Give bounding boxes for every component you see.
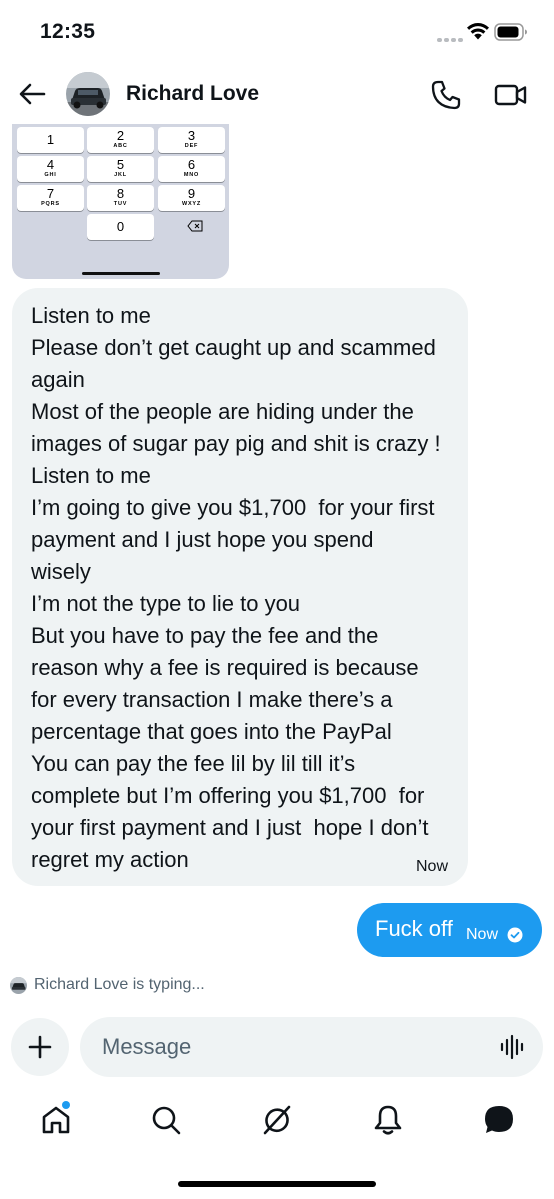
typing-indicator-text: Richard Love is typing... — [34, 976, 205, 993]
message-line: regret my action — [31, 847, 189, 872]
message-line: images of sugar pay pig and shit is craz… — [31, 431, 441, 456]
message-line: Most of the people are hiding under the — [31, 399, 414, 424]
search-icon[interactable] — [148, 1102, 184, 1138]
message-timestamp: Now — [466, 926, 499, 943]
home-notification-dot — [62, 1101, 70, 1109]
notifications-icon[interactable] — [370, 1102, 406, 1138]
phone-call-icon[interactable] — [430, 79, 462, 111]
video-call-icon[interactable] — [494, 80, 528, 110]
voice-message-icon[interactable] — [499, 1033, 527, 1061]
status-bar: 12:35 — [0, 0, 554, 62]
keypad-key: 3 DEF — [158, 127, 225, 153]
grok-icon[interactable] — [259, 1102, 295, 1138]
message-line: Please don’t get caught up and scammed — [31, 335, 436, 360]
message-line: complete but I’m offering you $1,700 for — [31, 783, 425, 808]
message-line: again — [31, 367, 85, 392]
back-arrow-icon[interactable] — [16, 80, 48, 108]
add-attachment-button[interactable] — [11, 1018, 69, 1076]
battery-icon — [494, 23, 527, 41]
contact-name[interactable]: Richard Love — [126, 82, 259, 106]
avatar[interactable] — [66, 72, 110, 116]
keypad-key: 0 — [87, 214, 154, 240]
incoming-message-text: Listen to me Please don’t get caught up a… — [31, 300, 441, 876]
keypad-home-indicator — [82, 272, 160, 275]
keypad-key: 6 MNO — [158, 156, 225, 182]
bottom-tab-bar — [0, 1090, 554, 1150]
message-composer — [80, 1017, 543, 1077]
message-line: payment and I just hope you spend — [31, 527, 374, 552]
status-time: 12:35 — [40, 20, 96, 43]
wifi-icon — [467, 23, 489, 40]
read-check-icon — [507, 927, 523, 943]
message-line: for every transaction I make there’s a — [31, 687, 393, 712]
message-timestamp: Now — [415, 858, 448, 875]
keypad-delete-icon — [187, 220, 203, 232]
message-line: Listen to me — [31, 463, 151, 488]
message-line: reason why a fee is required is because — [31, 655, 419, 680]
incoming-message-bubble[interactable]: Listen to me Please don’t get caught up a… — [12, 288, 468, 886]
messages-icon[interactable] — [481, 1102, 517, 1138]
cellular-signal-icon — [437, 36, 463, 42]
message-line: wisely — [31, 559, 91, 584]
avatar — [10, 977, 27, 994]
conversation-header: Richard Love — [0, 62, 554, 124]
message-line: Listen to me — [31, 303, 151, 328]
keypad-key: 9 WXYZ — [158, 185, 225, 211]
message-line: You can pay the fee lil by lil till it’s — [31, 751, 356, 776]
keypad-key: 5 JKL — [87, 156, 154, 182]
message-line: percentage that goes into the PayPal — [31, 719, 392, 744]
outgoing-message-bubble[interactable]: Fuck off Now — [357, 903, 542, 957]
keypad-key: 8 TUV — [87, 185, 154, 211]
message-line: But you have to pay the fee and the — [31, 623, 379, 648]
keypad-image-attachment[interactable]: 1 2 ABC 3 DEF 4 GHI 5 JKL 6 MNO 7 PQRS 8 TUV 9W… — [12, 124, 229, 279]
home-indicator — [178, 1181, 376, 1187]
keypad-key: 4 GHI — [17, 156, 84, 182]
message-line: I’m going to give you $1,700 for your fi… — [31, 495, 435, 520]
keypad-key: 7 PQRS — [17, 185, 84, 211]
plus-icon — [28, 1035, 52, 1059]
keypad-key: 2 ABC — [87, 127, 154, 153]
outgoing-message-text: Fuck off — [375, 916, 453, 941]
keypad-key: 1 — [17, 127, 84, 153]
message-input[interactable] — [102, 1033, 482, 1061]
message-line: I’m not the type to lie to you — [31, 591, 301, 616]
message-line: your first payment and I just hope I don… — [31, 815, 429, 840]
